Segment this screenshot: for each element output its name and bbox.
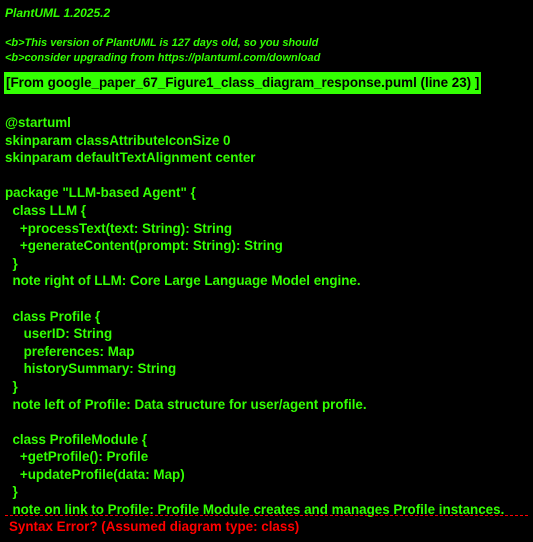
code-line: note left of Profile: Data structure for… [5,396,367,412]
code-line: note right of LLM: Core Large Language M… [5,273,361,289]
code-line: preferences: Map [5,343,135,359]
code-line: +updateProfile(data: Map) [5,466,185,482]
code-line: } [5,378,18,394]
code-line: note on link to Profile: Profile Module … [5,502,505,518]
code-line: class LLM { [5,202,87,218]
plantuml-version-title: PlantUML 1.2025.2 [5,6,111,20]
code-line: @startuml [5,115,71,130]
code-line: class Profile { [5,308,101,324]
code-line: userID: String [5,326,113,342]
code-line: package "LLM-based Agent" { [5,185,196,201]
source-code-block: @startuml skinparam classAttributeIconSiz… [5,114,504,519]
code-line: } [5,255,18,271]
syntax-error-message: Syntax Error? (Assumed diagram type: cla… [9,519,300,534]
code-line: skinparam defaultTextAlignment center [5,150,256,166]
source-file-banner: [From google_paper_67_Figure1_class_diag… [4,72,482,94]
code-line: +processText(text: String): String [5,220,233,236]
version-warning-line-1: <b>This version of PlantUML is 127 days … [5,37,319,49]
code-line: +generateContent(prompt: String): String [5,238,283,254]
version-warning-line-2: <b>consider upgrading from https://plant… [5,52,321,64]
code-line: +getProfile(): Profile [5,449,149,465]
code-line: historySummary: String [5,361,177,377]
code-line: class ProfileModule { [5,431,148,447]
error-underline [5,515,528,516]
code-line: skinparam classAttributeIconSize 0 [5,132,231,148]
code-line: } [5,484,18,500]
